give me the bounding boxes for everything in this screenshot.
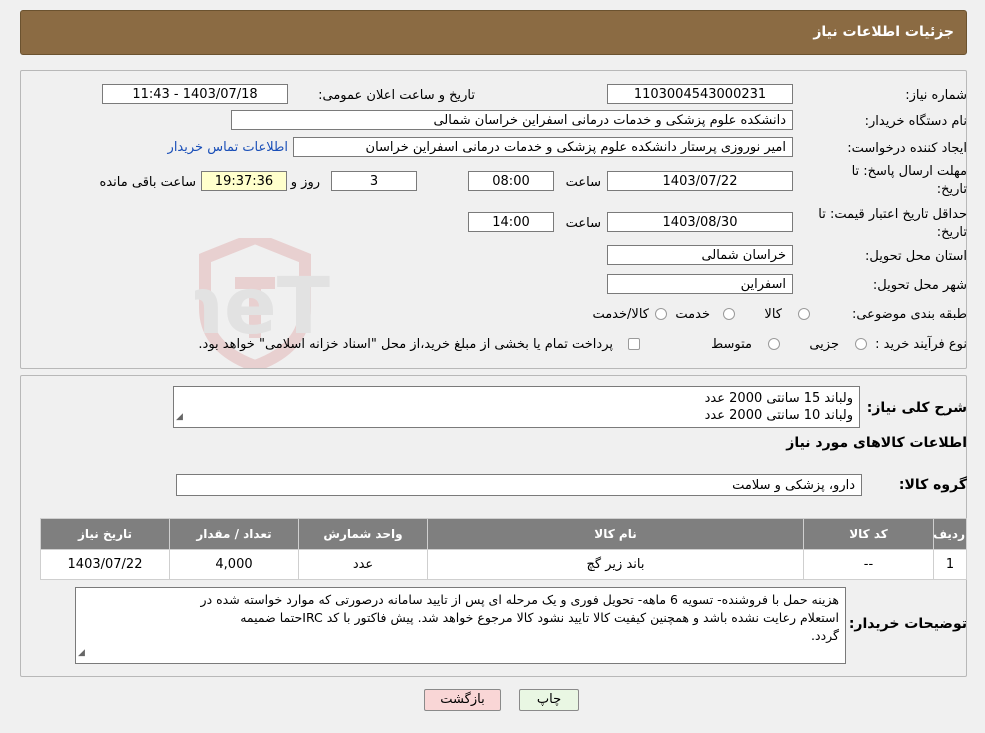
cell-unit: عدد (298, 549, 428, 580)
price-validity-time-label: ساعت (565, 216, 601, 231)
purchase-type-label: نوع فرآیند خرید : (875, 337, 967, 352)
need-number-label: شماره نیاز: (905, 88, 967, 103)
price-validity-label-line2: تاریخ: (936, 225, 967, 240)
purchase-type-minor-radio[interactable] (855, 338, 867, 350)
reply-deadline-time-label: ساعت (565, 175, 601, 190)
reply-deadline-time: 08:00 (468, 171, 554, 191)
page-header: جزئیات اطلاعات نیاز (20, 10, 967, 55)
col-qty-header: تعداد / مقدار (169, 518, 299, 550)
buyer-contact-link[interactable]: اطلاعات تماس خریدار (168, 140, 288, 155)
remaining-time: 19:37:36 (201, 171, 287, 191)
category-label: طبقه بندی موضوعی: (851, 307, 967, 322)
summary-line-1: ولباند 15 سانتی 2000 عدد (704, 391, 853, 406)
announce-datetime-field: 1403/07/18 - 11:43 (102, 84, 288, 104)
days-label: روز و (290, 175, 320, 190)
back-button[interactable]: بازگشت (424, 689, 501, 711)
announce-datetime-label: تاریخ و ساعت اعلان عمومی: (318, 88, 475, 103)
purchase-type-minor-label: جزیی (809, 337, 839, 352)
buyer-org-label: نام دستگاه خریدار: (864, 114, 967, 129)
cell-row: 1 (933, 549, 967, 580)
summary-line-2: ولباند 10 سانتی 2000 عدد (704, 408, 853, 423)
requester-field: امیر نوروزی پرستار دانشکده علوم پزشکی و … (293, 137, 793, 157)
category-service-label: خدمت (675, 307, 710, 322)
delivery-province-field: خراسان شمالی (607, 245, 793, 265)
buyer-org-field: دانشکده علوم پزشکی و خدمات درمانی اسفرای… (231, 110, 793, 130)
cell-code: -- (803, 549, 934, 580)
col-code-header: کد کالا (803, 518, 934, 550)
cell-date: 1403/07/22 (40, 549, 170, 580)
col-date-header: تاریخ نیاز (40, 518, 170, 550)
category-goods-label: کالا (764, 307, 782, 322)
goods-group-label: گروه کالا: (898, 477, 967, 493)
buyer-notes-line-2: استعلام رعایت نشده باشد و همچنین کیفیت ک… (240, 610, 839, 625)
category-goods-service-radio[interactable] (655, 308, 667, 320)
treasury-payment-note: پرداخت تمام یا بخشی از مبلغ خرید،از محل … (198, 337, 613, 352)
summary-textarea[interactable]: ولباند 15 سانتی 2000 عدد ولباند 10 سانتی… (173, 386, 860, 428)
remaining-days: 3 (331, 171, 417, 191)
reply-deadline-label-line2: تاریخ: (936, 182, 967, 197)
category-goods-service-label: کالا/خدمت (592, 307, 649, 322)
col-unit-header: واحد شمارش (298, 518, 428, 550)
purchase-type-medium-label: متوسط (711, 337, 752, 352)
price-validity-label-line1: حداقل تاریخ اعتبار قیمت: تا (818, 207, 967, 222)
goods-table: ردیف کد کالا نام کالا واحد شمارش تعداد /… (40, 518, 967, 580)
buyer-notes-line-1: هزینه حمل با فروشنده- تسویه 6 ماهه- تحوی… (200, 592, 839, 607)
col-row-header: ردیف (933, 518, 967, 550)
table-header-row: ردیف کد کالا نام کالا واحد شمارش تعداد /… (40, 518, 967, 550)
resize-grip-icon[interactable]: ◢ (176, 409, 183, 426)
page-title: جزئیات اطلاعات نیاز (813, 24, 954, 40)
delivery-city-label: شهر محل تحویل: (872, 278, 967, 293)
cell-qty: 4,000 (169, 549, 299, 580)
summary-label: شرح کلی نیاز: (866, 400, 967, 416)
category-service-radio[interactable] (723, 308, 735, 320)
category-goods-radio[interactable] (798, 308, 810, 320)
reply-deadline-date: 1403/07/22 (607, 171, 793, 191)
need-number-field: 1103004543000231 (607, 84, 793, 104)
reply-deadline-label-line1: مهلت ارسال پاسخ: تا (851, 164, 967, 179)
buyer-notes-textarea[interactable]: هزینه حمل با فروشنده- تسویه 6 ماهه- تحوی… (75, 587, 846, 664)
goods-info-title: اطلاعات کالاهای مورد نیاز (786, 435, 967, 451)
table-row: 1 -- باند زیر گچ عدد 4,000 1403/07/22 (40, 549, 967, 580)
purchase-type-medium-radio[interactable] (768, 338, 780, 350)
price-validity-date: 1403/08/30 (607, 212, 793, 232)
buyer-notes-line-3: گردد. (811, 628, 839, 643)
buyer-notes-label: توضیحات خریدار: (848, 616, 967, 632)
treasury-payment-checkbox[interactable] (628, 338, 640, 350)
col-name-header: نام کالا (427, 518, 804, 550)
resize-grip-icon[interactable]: ◢ (78, 644, 85, 662)
print-button[interactable]: چاپ (519, 689, 579, 711)
price-validity-time: 14:00 (468, 212, 554, 232)
goods-group-field: دارو، پزشکی و سلامت (176, 474, 862, 496)
remaining-time-label: ساعت باقی مانده (99, 175, 196, 190)
delivery-city-field: اسفراین (607, 274, 793, 294)
requester-label: ایجاد کننده درخواست: (847, 141, 967, 156)
cell-name: باند زیر گچ (427, 549, 804, 580)
delivery-province-label: استان محل تحویل: (865, 249, 967, 264)
